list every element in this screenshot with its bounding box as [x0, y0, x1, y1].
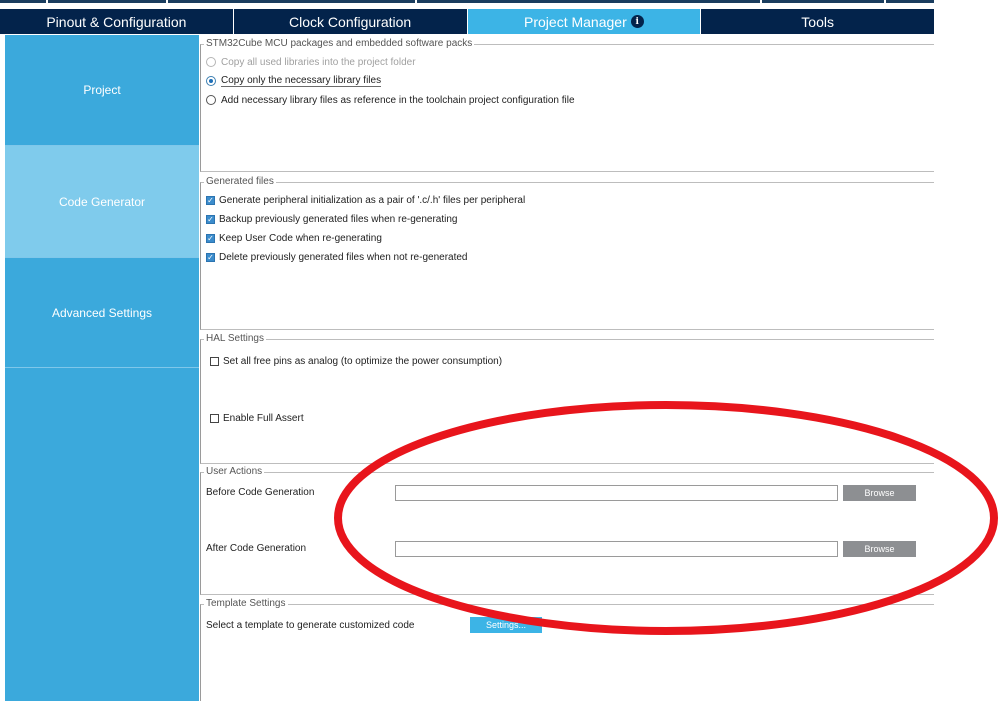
- main-tab-bar: Pinout & Configuration Clock Configurati…: [0, 9, 934, 34]
- hal-settings-section: HAL Settings Set all free pins as analog…: [200, 333, 934, 464]
- code-generator-panel: STM32Cube MCU packages and embedded soft…: [200, 35, 934, 701]
- checkbox-keep-user-code[interactable]: ✓ Keep User Code when re-generating: [206, 231, 382, 245]
- checkbox-checked[interactable]: ✓: [206, 252, 215, 262]
- before-code-generation-input[interactable]: [395, 485, 838, 501]
- checkbox-label: Set all free pins as analog (to optimize…: [223, 355, 503, 367]
- checkbox-free-pins-analog[interactable]: Set all free pins as analog (to optimize…: [210, 354, 502, 368]
- radio-button[interactable]: [206, 57, 216, 67]
- checkbox-label: Backup previously generated files when r…: [219, 213, 458, 225]
- after-code-generation-input[interactable]: [395, 541, 838, 557]
- sidebar-item-label: Advanced Settings: [51, 305, 153, 320]
- checkbox-checked[interactable]: ✓: [206, 195, 215, 205]
- tab-pinout-configuration[interactable]: Pinout & Configuration: [0, 9, 234, 34]
- checkbox-backup-generated-files[interactable]: ✓ Backup previously generated files when…: [206, 212, 457, 226]
- checkbox-unchecked[interactable]: [210, 413, 219, 423]
- packages-legend: STM32Cube MCU packages and embedded soft…: [204, 38, 475, 50]
- info-icon[interactable]: i: [630, 15, 644, 28]
- checkbox-generate-peripheral-pair[interactable]: ✓ Generate peripheral initialization as …: [206, 193, 525, 207]
- template-settings-section: Template Settings Select a template to g…: [200, 598, 934, 701]
- top-strip-divider: [760, 0, 762, 3]
- generated-files-legend: Generated files: [204, 176, 276, 188]
- checkbox-checked[interactable]: ✓: [206, 233, 215, 243]
- after-browse-button[interactable]: Browse: [843, 541, 916, 557]
- template-settings-legend: Template Settings: [204, 598, 288, 610]
- hal-settings-legend: HAL Settings: [204, 333, 266, 345]
- top-strip-divider: [884, 0, 886, 3]
- checkbox-label: Enable Full Assert: [223, 412, 304, 424]
- sidebar-item-advanced-settings[interactable]: Advanced Settings: [5, 258, 199, 368]
- tab-label: Pinout & Configuration: [46, 13, 187, 30]
- checkbox-checked[interactable]: ✓: [206, 214, 215, 224]
- packages-section: STM32Cube MCU packages and embedded soft…: [200, 38, 934, 172]
- template-description: Select a template to generate customized…: [206, 620, 415, 631]
- top-strip-divider: [415, 0, 417, 3]
- generated-files-section: Generated files ✓ Generate peripheral in…: [200, 176, 934, 330]
- top-strip-divider: [46, 0, 48, 3]
- user-actions-section: User Actions Before Code Generation Brow…: [200, 466, 934, 595]
- radio-add-library-reference[interactable]: Add necessary library files as reference…: [206, 93, 575, 107]
- checkbox-label: Delete previously generated files when n…: [219, 251, 468, 263]
- tab-tools[interactable]: Tools: [701, 9, 934, 34]
- template-settings-button[interactable]: Settings...: [470, 617, 542, 633]
- radio-label: Add necessary library files as reference…: [221, 94, 575, 106]
- checkbox-label: Generate peripheral initialization as a …: [219, 194, 526, 206]
- checkbox-enable-full-assert[interactable]: Enable Full Assert: [210, 411, 304, 425]
- tab-label: Project Manager: [524, 13, 627, 30]
- checkbox-unchecked[interactable]: [210, 356, 219, 366]
- after-code-generation-label: After Code Generation: [206, 543, 307, 554]
- checkbox-delete-generated-files[interactable]: ✓ Delete previously generated files when…: [206, 250, 468, 264]
- tab-label: Tools: [801, 13, 834, 30]
- checkbox-label: Keep User Code when re-generating: [219, 232, 382, 244]
- before-browse-button[interactable]: Browse: [843, 485, 916, 501]
- radio-copy-all-libraries[interactable]: Copy all used libraries into the project…: [206, 55, 416, 69]
- top-strip-divider: [166, 0, 168, 3]
- radio-copy-necessary-libraries[interactable]: Copy only the necessary library files: [206, 74, 382, 88]
- sidebar: Project Code Generator Advanced Settings: [5, 35, 199, 701]
- tab-label: Clock Configuration: [289, 13, 412, 30]
- radio-label: Copy all used libraries into the project…: [221, 56, 416, 68]
- before-code-generation-label: Before Code Generation: [206, 487, 315, 498]
- tab-project-manager[interactable]: Project Manager i: [467, 9, 702, 34]
- radio-label: Copy only the necessary library files: [221, 75, 382, 87]
- user-actions-legend: User Actions: [204, 466, 265, 478]
- sidebar-item-code-generator[interactable]: Code Generator: [5, 146, 199, 258]
- sidebar-item-label: Project: [83, 83, 121, 97]
- tab-clock-configuration[interactable]: Clock Configuration: [234, 9, 468, 34]
- top-strip: [0, 0, 934, 3]
- radio-button[interactable]: [206, 95, 216, 105]
- radio-button-selected[interactable]: [206, 76, 216, 86]
- sidebar-item-label: Code Generator: [58, 194, 146, 209]
- sidebar-item-project[interactable]: Project: [5, 35, 199, 146]
